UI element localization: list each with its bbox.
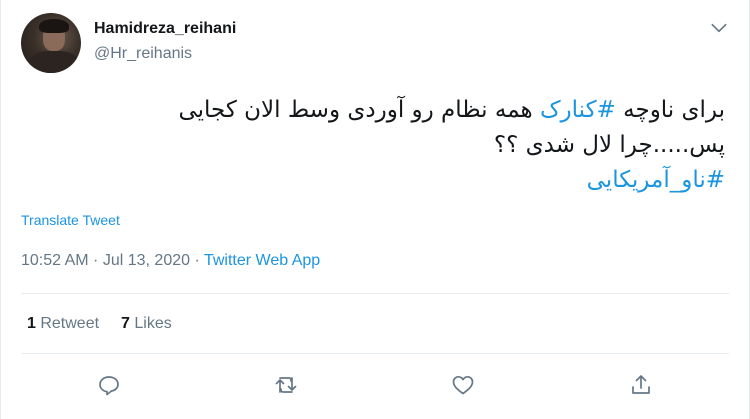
tweet-line-2: پس.....چرا لال شدی ؟؟ [493, 132, 725, 158]
tweet-text-segment: برای ناوچه [615, 97, 725, 123]
divider [21, 293, 729, 294]
reply-icon[interactable] [94, 370, 124, 400]
meta-separator: · [190, 252, 204, 269]
tweet-source-link[interactable]: Twitter Web App [204, 252, 320, 269]
tweet-actions [1, 370, 750, 400]
avatar[interactable] [21, 13, 81, 73]
tweet-text-segment: همه نظام رو آوردی وسط الان کجایی [178, 97, 540, 123]
like-count: 7 [121, 315, 130, 332]
divider [21, 353, 729, 354]
like-stat[interactable]: 7 Likes [121, 315, 172, 332]
tweet-text: برای ناوچه #کنارک همه نظام رو آوردی وسط … [25, 93, 725, 198]
translate-tweet-link[interactable]: Translate Tweet [21, 212, 120, 228]
tweet-card: Hamidreza_reihani @Hr_reihanis برای ناوچ… [0, 0, 750, 419]
tweet-date[interactable]: Jul 13, 2020 [103, 252, 190, 269]
caret-down-icon[interactable] [709, 18, 729, 38]
user-handle[interactable]: @Hr_reihanis [94, 45, 192, 63]
avatar-hair-shape [39, 19, 69, 33]
display-name[interactable]: Hamidreza_reihani [94, 20, 236, 38]
like-icon[interactable] [448, 370, 478, 400]
hashtag-link[interactable]: #ناو_آمریکایی [587, 167, 725, 193]
meta-separator: · [88, 252, 103, 269]
retweet-stat[interactable]: 1 Retweet [27, 315, 99, 332]
tweet-meta: 10:52 AM · Jul 13, 2020 · Twitter Web Ap… [21, 252, 320, 270]
avatar-body-shape [29, 51, 79, 73]
tweet-line-3: #ناو_آمریکایی [25, 163, 725, 198]
tweet-time[interactable]: 10:52 AM [21, 252, 89, 269]
like-label: Likes [129, 315, 172, 332]
retweet-count: 1 [27, 315, 36, 332]
tweet-stats: 1 Retweet 7 Likes [27, 315, 172, 333]
retweet-label: Retweet [35, 315, 100, 332]
hashtag-link[interactable]: #کنارک [540, 97, 616, 123]
share-icon[interactable] [626, 370, 656, 400]
tweet-line-1: برای ناوچه #کنارک همه نظام رو آوردی وسط … [25, 93, 725, 128]
retweet-icon[interactable] [271, 370, 301, 400]
